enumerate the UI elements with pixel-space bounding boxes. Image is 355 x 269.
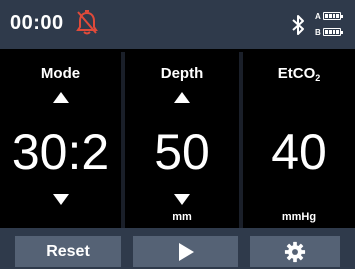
etco2-panel: EtCO2 40 mmHg	[243, 52, 355, 228]
settings-button[interactable]	[250, 236, 340, 267]
etco2-label: EtCO2	[243, 65, 355, 83]
gear-icon	[284, 241, 306, 262]
etco2-unit: mmHg	[281, 211, 317, 223]
device-screen: 00:00 A B Mode 30:2 Depth 50 mm EtCO2 40…	[0, 0, 355, 269]
bottom-bar: Reset	[0, 228, 355, 269]
depth-value: 50	[154, 124, 210, 180]
depth-panel: Depth 50 mm	[125, 52, 239, 228]
clock-time: 00:00	[10, 12, 64, 34]
mode-value: 30:2	[11, 124, 110, 180]
etco2-value: 40	[271, 124, 327, 180]
etco2-label-main: EtCO	[277, 65, 316, 82]
play-icon	[178, 242, 194, 261]
mode-label: Mode	[40, 65, 81, 82]
mode-panel: Mode 30:2	[0, 52, 121, 228]
battery-a-icon	[323, 12, 343, 20]
alarm-off-icon	[76, 10, 98, 35]
depth-increase-arrow-icon[interactable]	[174, 92, 190, 103]
battery-b: B	[315, 25, 351, 39]
etco2-label-subscript: 2	[315, 73, 321, 83]
battery-b-label: B	[315, 27, 321, 37]
battery-a-label: A	[315, 11, 321, 21]
battery-a: A	[315, 9, 351, 23]
status-bar: 00:00 A B	[0, 0, 355, 49]
depth-decrease-arrow-icon[interactable]	[174, 194, 190, 205]
depth-label: Depth	[160, 65, 204, 82]
bluetooth-icon	[292, 15, 304, 35]
play-button[interactable]	[133, 236, 238, 267]
depth-unit: mm	[172, 211, 192, 223]
mode-increase-arrow-icon[interactable]	[52, 92, 69, 103]
battery-b-icon	[323, 28, 343, 36]
reset-button[interactable]: Reset	[15, 236, 121, 267]
battery-status: A B	[315, 9, 351, 41]
mode-decrease-arrow-icon[interactable]	[52, 194, 69, 205]
